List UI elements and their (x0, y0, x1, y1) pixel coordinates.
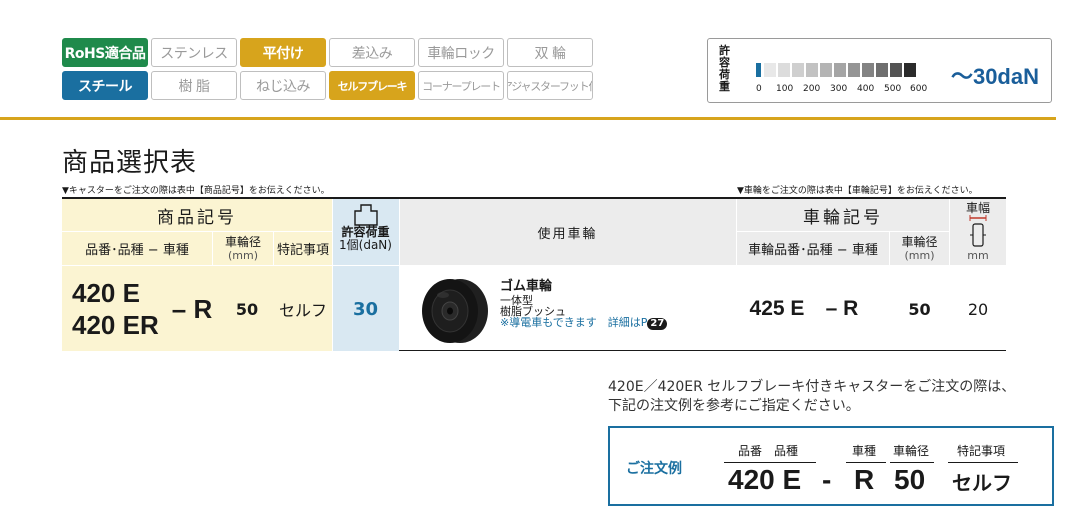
order-header-type: 車種 (852, 444, 877, 458)
order-example-box: ご注文例 品番 品種 車種 車輪径 特記事項 420 E - R 50 セルフ (608, 426, 1054, 506)
rubber-wheel-image (422, 279, 488, 343)
product-selection-table: 商品記号 品番･品種 − 車種 車輪径 (mm) 特記事項 許容荷重 1個(da… (62, 197, 1006, 351)
header-wheel-used: 使用車輪 (537, 226, 598, 242)
svg-text:500: 500 (884, 84, 901, 94)
svg-text:100: 100 (776, 84, 793, 94)
row-divider (62, 265, 1006, 266)
order-special-value: セルフ (952, 471, 1012, 495)
product-wheel-dia: 50 (235, 299, 259, 319)
order-underline-dia (890, 462, 934, 463)
header-part-type: 品番･品種 − 車種 (85, 243, 189, 258)
svg-text:600: 600 (910, 84, 927, 94)
load-scale-blocks (764, 63, 916, 77)
weight-icon (353, 204, 378, 226)
order-part-value: 420 E (728, 464, 802, 495)
order-header-dia: 車輪径 (893, 444, 930, 458)
header-product-code: 商品記号 (157, 207, 237, 228)
order-instructions: 420E／420ER セルフブレーキ付きキャスターをご注文の際は、 下記の注文例… (608, 379, 1016, 414)
load-scale-graphic: 0 100 200 300 400 500 600 (756, 63, 927, 94)
tag-twin-wheel: 双 輪 (507, 38, 593, 67)
order-note-product: ▼キャスターをご注文の際は表中【商品記号】をお伝えください。 (62, 186, 330, 196)
wheel-type: – R (825, 297, 859, 320)
order-example-label: ご注文例 (626, 461, 682, 477)
header-wheel-dia-2: 車輪径 (mm) (901, 234, 938, 262)
order-type-value: R (854, 464, 875, 495)
order-dash: - (822, 464, 832, 495)
tag-wheel-lock: 車輪ロック (418, 38, 504, 67)
wheel-description: ゴム車輪 一体型 樹脂ブッシュ ※導電車もできます 詳細はP 27 (500, 280, 668, 330)
order-underline-part (724, 462, 816, 463)
header-wheel-width: 車幅 mm (965, 201, 990, 263)
load-vertical-label: 許容荷重 (719, 44, 730, 93)
product-load: 30 (352, 298, 379, 320)
order-header-part: 品番 品種 (738, 444, 799, 458)
load-level-bar (756, 63, 761, 77)
product-special: セルフ (278, 301, 327, 320)
order-dia-value: 50 (894, 464, 926, 495)
tag-insert: 差込み (329, 38, 415, 67)
tag-adjuster-foot: アジャスターフット付 (507, 71, 593, 100)
header-wheel-part-type: 車輪品番･品種 − 車種 (748, 243, 878, 258)
tag-corner-plate: コーナープレート (418, 71, 504, 100)
load-capacity-box: 許容荷重 0 100 200 300 400 500 600 〜30daN (707, 38, 1052, 103)
divider-line (0, 117, 1056, 120)
order-header-special: 特記事項 (957, 444, 1006, 458)
col-sep-2 (273, 232, 274, 265)
col-sep-4 (399, 199, 400, 265)
col-sep-6 (889, 232, 890, 265)
col-sep-7 (949, 199, 950, 265)
product-part-numbers: 420 E 420 ER (72, 278, 159, 340)
svg-text:400: 400 (857, 84, 874, 94)
wheel-width-icon (969, 215, 987, 247)
page-ref-badge: 27 (647, 318, 668, 330)
col-sep-5 (736, 199, 737, 265)
header-wheel-code: 車輪記号 (803, 207, 883, 228)
tag-resin: 樹 脂 (151, 71, 237, 100)
tag-flat-mount: 平付け (240, 38, 326, 67)
header-special: 特記事項 (276, 243, 329, 258)
wheel-part-number: 425 E (749, 297, 805, 320)
load-capacity-value: 〜30daN (950, 64, 1039, 89)
tag-rohs: RoHS適合品 (62, 38, 148, 67)
header-wheel-dia: 車輪径 (mm) (224, 234, 261, 262)
page-title: 商品選択表 (62, 148, 198, 178)
order-underline-type (846, 462, 886, 463)
header-load: 許容荷重 1個(daN) (332, 199, 399, 265)
tag-self-brake: セルフブレーキ (329, 71, 415, 100)
svg-text:300: 300 (830, 84, 847, 94)
svg-text:200: 200 (803, 84, 820, 94)
order-note-wheel: ▼車輪をご注文の際は表中【車輪記号】をお伝えください。 (737, 186, 978, 196)
col-sep-1 (212, 232, 213, 265)
product-type: – R (171, 294, 213, 324)
header-divider-left (62, 231, 332, 232)
tag-stainless: ステンレス (151, 38, 237, 67)
load-scale: 0 100 200 300 400 500 600 (750, 61, 930, 95)
wheel-width-value: 20 (967, 299, 989, 319)
tag-screw-in: ねじ込み (240, 71, 326, 100)
order-underline-special (948, 462, 1018, 463)
header-divider-right (737, 231, 949, 232)
load-scale-ticks: 0 100 200 300 400 500 600 (756, 84, 927, 94)
wheel-dia-value: 50 (908, 299, 931, 319)
tag-steel: スチール (62, 71, 148, 100)
feature-tag-grid: RoHS適合品 ステンレス 平付け 差込み 車輪ロック 双 輪 スチール 樹 脂… (62, 38, 593, 100)
svg-text:0: 0 (756, 84, 762, 94)
